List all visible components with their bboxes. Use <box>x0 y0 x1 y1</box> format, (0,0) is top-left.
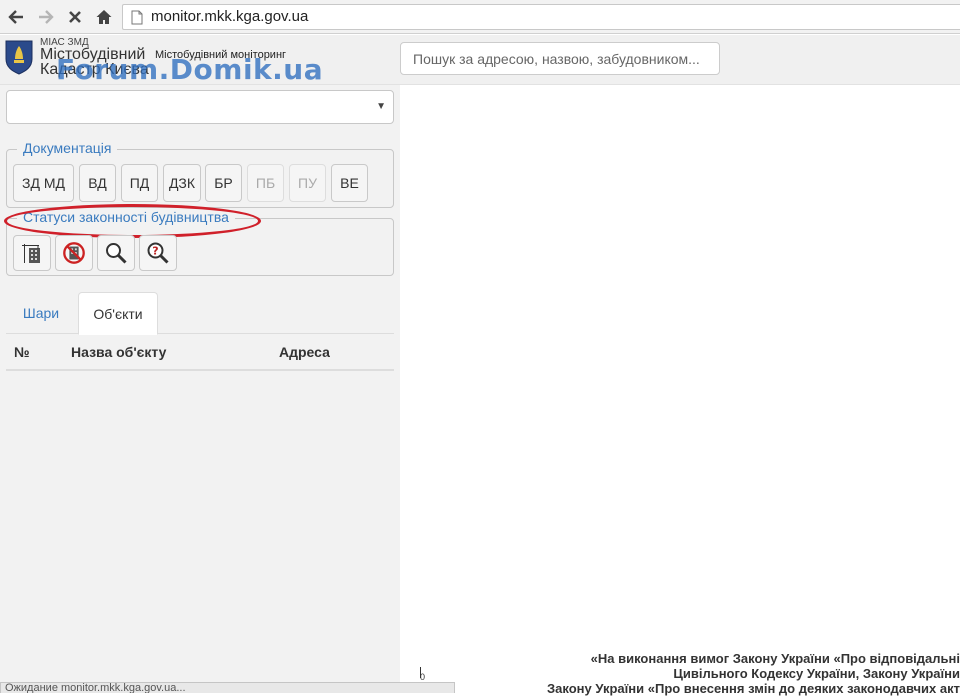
home-icon[interactable] <box>92 5 116 29</box>
doc-button-pu[interactable]: ПУ <box>289 164 326 202</box>
legal-notice-line-3: Закону України «Про внесення змін до дея… <box>547 681 960 696</box>
legal-notice-line-1: «На виконання вимог Закону України «Про … <box>590 651 960 666</box>
page-icon <box>131 10 143 30</box>
close-icon[interactable] <box>63 5 87 29</box>
arrow-left-icon[interactable] <box>4 5 28 29</box>
doc-button-pb[interactable]: ПБ <box>247 164 284 202</box>
doc-button-pd[interactable]: ПД <box>121 164 158 202</box>
arrow-right-icon[interactable] <box>34 5 58 29</box>
address-bar[interactable]: monitor.mkk.kga.gov.ua <box>122 4 960 30</box>
sidebar: ▼ Документація ЗД МД ВД ПД ДЗК БР ПБ ПУ … <box>0 85 400 693</box>
column-address[interactable]: Адреса <box>279 344 330 360</box>
browser-status-bar: Ожидание monitor.mkk.kga.gov.ua... <box>0 682 455 693</box>
column-number[interactable]: № <box>14 344 30 360</box>
browser-toolbar: monitor.mkk.kga.gov.ua <box>0 0 960 34</box>
tab-layers[interactable]: Шари <box>6 292 76 334</box>
doc-button-vd[interactable]: ВД <box>79 164 116 202</box>
magnifier-icon[interactable] <box>97 235 135 271</box>
documentation-legend: Документація <box>17 140 118 156</box>
red-highlight-ellipse <box>4 204 261 238</box>
building-crane-icon[interactable] <box>13 235 51 271</box>
forum-watermark: Forum.Domik.ua <box>56 53 324 86</box>
objects-table-header: № Назва об'єкту Адреса <box>6 335 394 371</box>
layer-select[interactable]: ▼ <box>6 90 394 124</box>
sidebar-tabs: Шари Об'єкти <box>6 292 394 335</box>
doc-button-dzk[interactable]: ДЗК <box>163 164 201 202</box>
status-text: Ожидание monitor.mkk.kga.gov.ua... <box>5 682 186 693</box>
url-text: monitor.mkk.kga.gov.ua <box>151 8 309 25</box>
doc-button-br[interactable]: БР <box>205 164 242 202</box>
svg-text:?: ? <box>152 245 158 258</box>
legality-status-group: Статуси законності будівництва ? <box>4 204 394 276</box>
map-area[interactable]: «На виконання вимог Закону України «Про … <box>400 85 960 696</box>
column-object-name[interactable]: Назва об'єкту <box>71 344 166 360</box>
map-scale-zero: 0 <box>420 672 426 682</box>
app-header: МІАС ЗМД Містобудівний Кадастр Києва Міс… <box>0 35 960 86</box>
address-search-input[interactable] <box>400 42 720 75</box>
documentation-group: Документація ЗД МД ВД ПД ДЗК БР ПБ ПУ ВЕ <box>6 140 394 208</box>
no-building-icon[interactable] <box>55 235 93 271</box>
question-magnifier-icon[interactable]: ? <box>139 235 177 271</box>
legal-notice-line-2: Цивільного Кодексу України, Закону Украї… <box>673 666 960 681</box>
doc-button-ve[interactable]: ВЕ <box>331 164 368 202</box>
kyiv-coat-of-arms-icon <box>4 39 34 80</box>
doc-button-zd-md[interactable]: ЗД МД <box>13 164 74 202</box>
caret-down-icon: ▼ <box>376 101 386 112</box>
tab-objects[interactable]: Об'єкти <box>78 292 158 335</box>
